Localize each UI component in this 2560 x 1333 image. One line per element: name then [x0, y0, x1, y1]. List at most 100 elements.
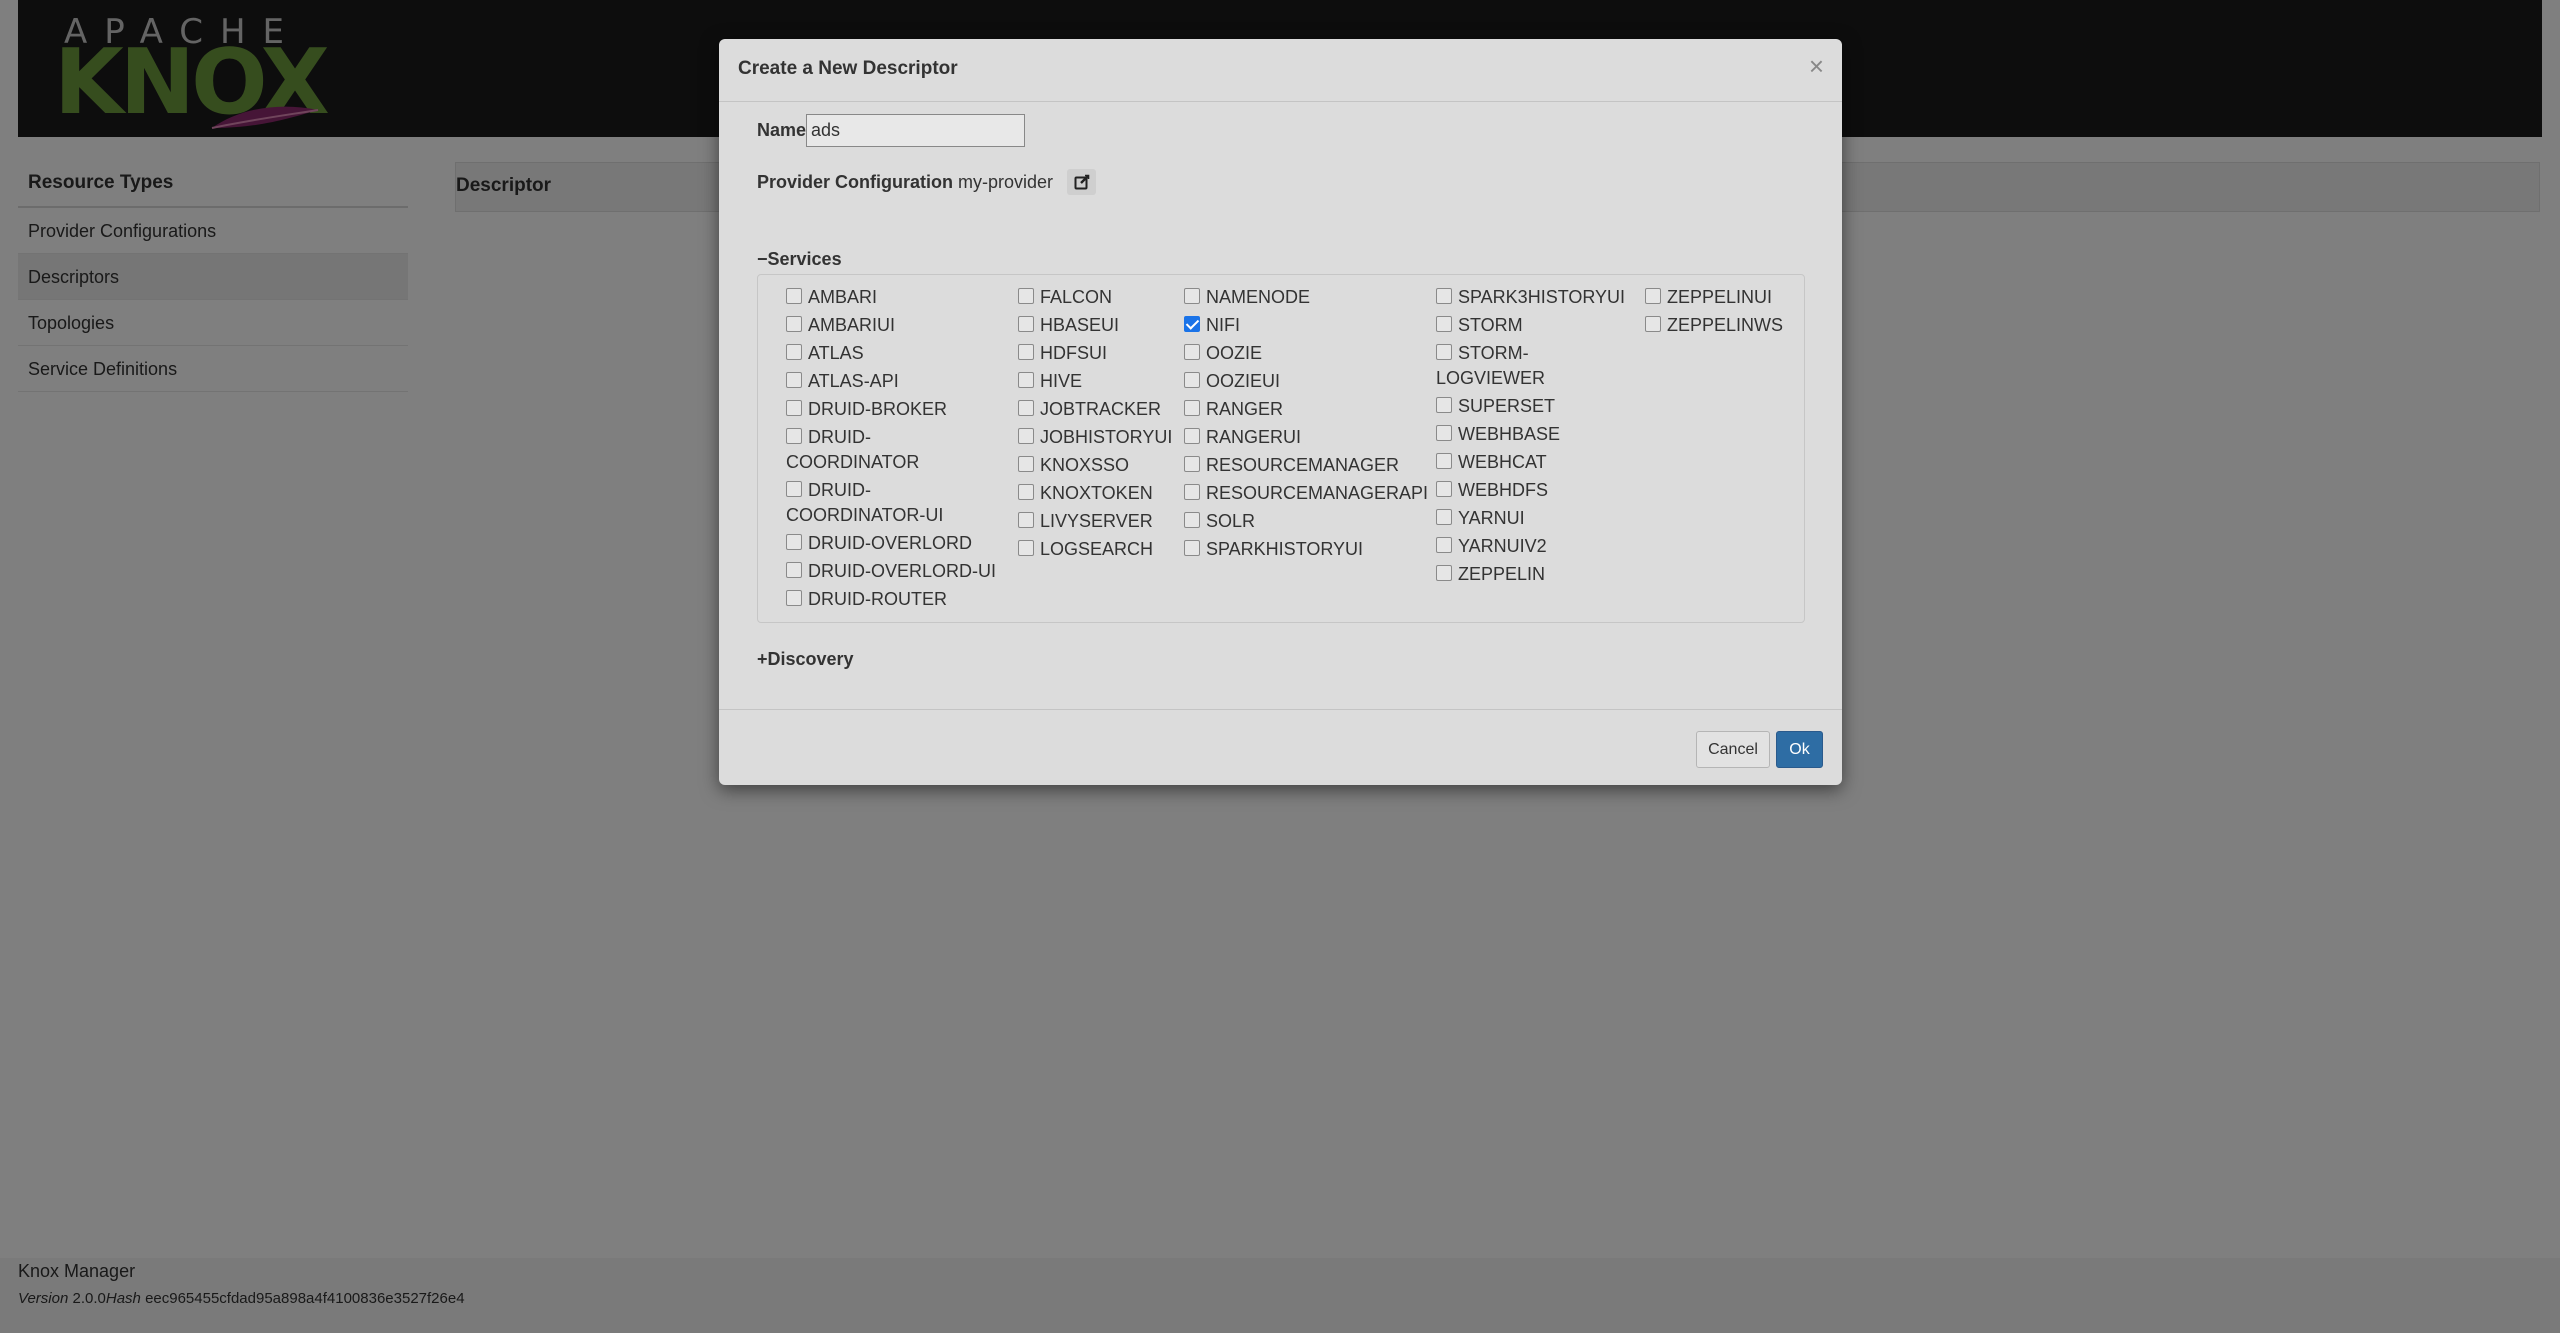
service-checkbox[interactable] — [786, 481, 802, 497]
service-checkbox[interactable] — [786, 562, 802, 578]
service-checkbox[interactable] — [1436, 425, 1452, 441]
service-checkbox[interactable] — [1184, 484, 1200, 500]
service-checkbox[interactable] — [1018, 316, 1034, 332]
service-label: NIFI — [1206, 315, 1240, 335]
service-label: FALCON — [1040, 287, 1113, 307]
edit-provider-button[interactable] — [1067, 169, 1097, 195]
service-checkbox[interactable] — [1645, 288, 1661, 304]
service-option[interactable]: HBASEUI — [1018, 313, 1178, 338]
service-checkbox[interactable] — [786, 288, 802, 304]
service-option[interactable]: OOZIE — [1184, 341, 1434, 366]
service-option[interactable]: HDFSUI — [1018, 341, 1178, 366]
service-label: STORM — [1458, 315, 1523, 335]
service-checkbox[interactable] — [1184, 456, 1200, 472]
service-option[interactable]: OOZIEUI — [1184, 369, 1434, 394]
service-option[interactable]: LOGSEARCH — [1018, 537, 1178, 562]
service-option[interactable]: NAMENODE — [1184, 285, 1434, 310]
service-checkbox[interactable] — [1184, 316, 1200, 332]
service-option[interactable]: ZEPPELINUI — [1645, 285, 1790, 310]
service-option[interactable]: NIFI — [1184, 313, 1434, 338]
service-checkbox[interactable] — [1645, 316, 1661, 332]
service-option[interactable]: YARNUIV2 — [1436, 534, 1636, 559]
service-option[interactable]: STORM-LOGVIEWER — [1436, 341, 1636, 391]
service-checkbox[interactable] — [1018, 372, 1034, 388]
service-checkbox[interactable] — [1436, 397, 1452, 413]
name-input[interactable] — [806, 114, 1026, 147]
service-checkbox[interactable] — [1184, 344, 1200, 360]
service-checkbox[interactable] — [1436, 344, 1452, 360]
service-checkbox[interactable] — [1436, 316, 1452, 332]
service-option[interactable]: SUPERSET — [1436, 394, 1636, 419]
service-option[interactable]: DRUID-COORDINATOR-UI — [786, 478, 996, 528]
dialog-header: Create a New Descriptor × — [719, 39, 1842, 102]
service-option[interactable]: AMBARI — [786, 285, 996, 310]
service-checkbox[interactable] — [1018, 428, 1034, 444]
service-checkbox[interactable] — [1436, 288, 1452, 304]
service-checkbox[interactable] — [786, 590, 802, 606]
service-checkbox[interactable] — [1436, 509, 1452, 525]
services-toggle[interactable]: −Services — [757, 249, 842, 270]
service-checkbox[interactable] — [786, 372, 802, 388]
service-option[interactable]: WEBHCAT — [1436, 450, 1636, 475]
service-option[interactable]: ZEPPELINWS — [1645, 313, 1790, 338]
service-checkbox[interactable] — [1184, 372, 1200, 388]
service-option[interactable]: DRUID-ROUTER — [786, 587, 996, 612]
service-option[interactable]: SPARKHISTORYUI — [1184, 537, 1434, 562]
service-option[interactable]: ATLAS-API — [786, 369, 996, 394]
service-checkbox[interactable] — [1184, 400, 1200, 416]
service-option[interactable]: KNOXSSO — [1018, 453, 1178, 478]
service-label: OOZIE — [1206, 343, 1263, 363]
service-option[interactable]: DRUID-OVERLORD — [786, 531, 996, 556]
service-label: ZEPPELINWS — [1667, 315, 1784, 335]
service-checkbox[interactable] — [786, 428, 802, 444]
service-label: ZEPPELIN — [1458, 564, 1546, 584]
service-option[interactable]: WEBHDFS — [1436, 478, 1636, 503]
close-icon[interactable]: × — [1809, 51, 1824, 82]
service-checkbox[interactable] — [1436, 453, 1452, 469]
service-checkbox[interactable] — [786, 534, 802, 550]
service-checkbox[interactable] — [786, 344, 802, 360]
service-option[interactable]: YARNUI — [1436, 506, 1636, 531]
service-checkbox[interactable] — [1018, 512, 1034, 528]
service-option[interactable]: SOLR — [1184, 509, 1434, 534]
service-checkbox[interactable] — [1184, 428, 1200, 444]
discovery-toggle[interactable]: +Discovery — [757, 649, 854, 670]
service-option[interactable]: JOBHISTORYUI — [1018, 425, 1178, 450]
service-option[interactable]: RESOURCEMANAGER — [1184, 453, 1434, 478]
service-option[interactable]: SPARK3HISTORYUI — [1436, 285, 1636, 310]
service-option[interactable]: AMBARIUI — [786, 313, 996, 338]
service-option[interactable]: ZEPPELIN — [1436, 562, 1636, 587]
service-option[interactable]: RANGERUI — [1184, 425, 1434, 450]
service-checkbox[interactable] — [1018, 288, 1034, 304]
service-label: WEBHBASE — [1458, 424, 1561, 444]
service-checkbox[interactable] — [1018, 540, 1034, 556]
service-option[interactable]: FALCON — [1018, 285, 1178, 310]
service-checkbox[interactable] — [1018, 400, 1034, 416]
service-checkbox[interactable] — [786, 316, 802, 332]
service-checkbox[interactable] — [1184, 288, 1200, 304]
service-option[interactable]: WEBHBASE — [1436, 422, 1636, 447]
service-option[interactable]: KNOXTOKEN — [1018, 481, 1178, 506]
service-checkbox[interactable] — [1018, 344, 1034, 360]
service-option[interactable]: DRUID-BROKER — [786, 397, 996, 422]
service-option[interactable]: DRUID-OVERLORD-UI — [786, 559, 996, 584]
service-option[interactable]: ATLAS — [786, 341, 996, 366]
service-option[interactable]: JOBTRACKER — [1018, 397, 1178, 422]
service-option[interactable]: RESOURCEMANAGERAPI — [1184, 481, 1434, 506]
cancel-button[interactable]: Cancel — [1696, 731, 1770, 768]
service-label: YARNUIV2 — [1458, 536, 1547, 556]
service-checkbox[interactable] — [1436, 537, 1452, 553]
service-option[interactable]: RANGER — [1184, 397, 1434, 422]
ok-button[interactable]: Ok — [1776, 731, 1823, 768]
service-checkbox[interactable] — [1436, 481, 1452, 497]
service-option[interactable]: DRUID-COORDINATOR — [786, 425, 996, 475]
service-option[interactable]: LIVYSERVER — [1018, 509, 1178, 534]
service-checkbox[interactable] — [1436, 565, 1452, 581]
service-option[interactable]: HIVE — [1018, 369, 1178, 394]
service-checkbox[interactable] — [1184, 512, 1200, 528]
service-checkbox[interactable] — [786, 400, 802, 416]
service-option[interactable]: STORM — [1436, 313, 1636, 338]
service-checkbox[interactable] — [1018, 484, 1034, 500]
service-checkbox[interactable] — [1018, 456, 1034, 472]
service-checkbox[interactable] — [1184, 540, 1200, 556]
